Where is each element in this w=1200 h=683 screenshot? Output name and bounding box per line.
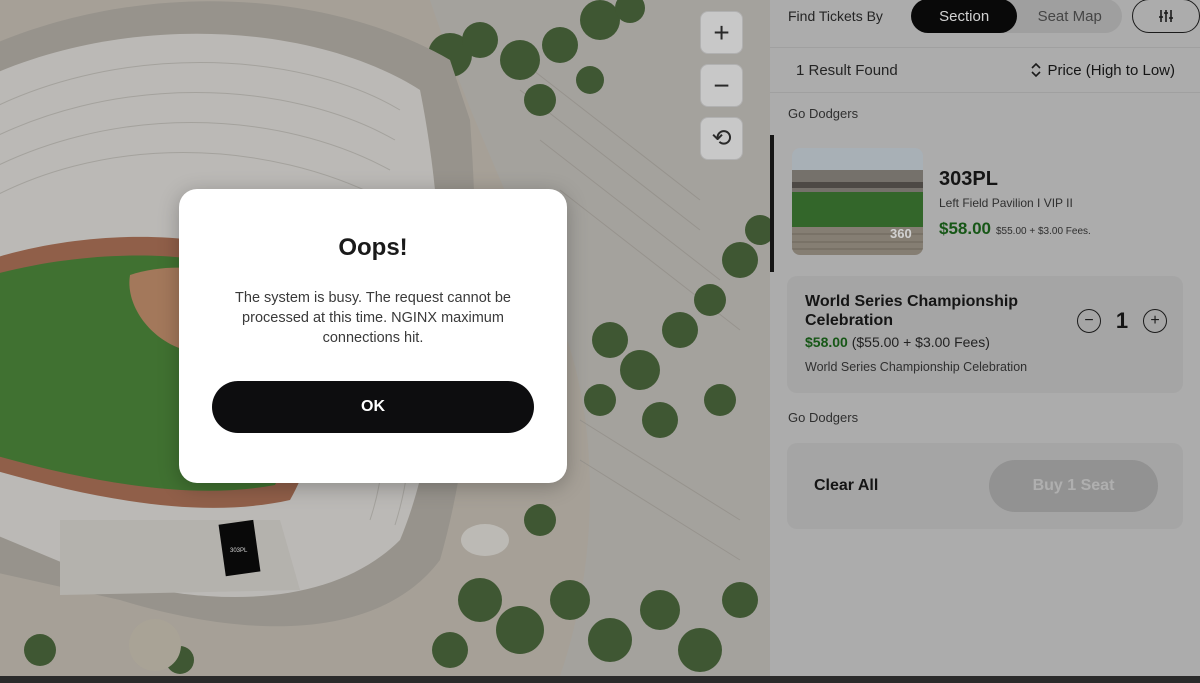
dialog-message: The system is busy. The request cannot b… [235, 290, 511, 346]
ok-button[interactable]: OK [212, 381, 534, 433]
bottom-edge [0, 676, 1200, 683]
error-dialog: Oops! The system is busy. The request ca… [179, 189, 567, 483]
dialog-title: Oops! [338, 234, 408, 261]
